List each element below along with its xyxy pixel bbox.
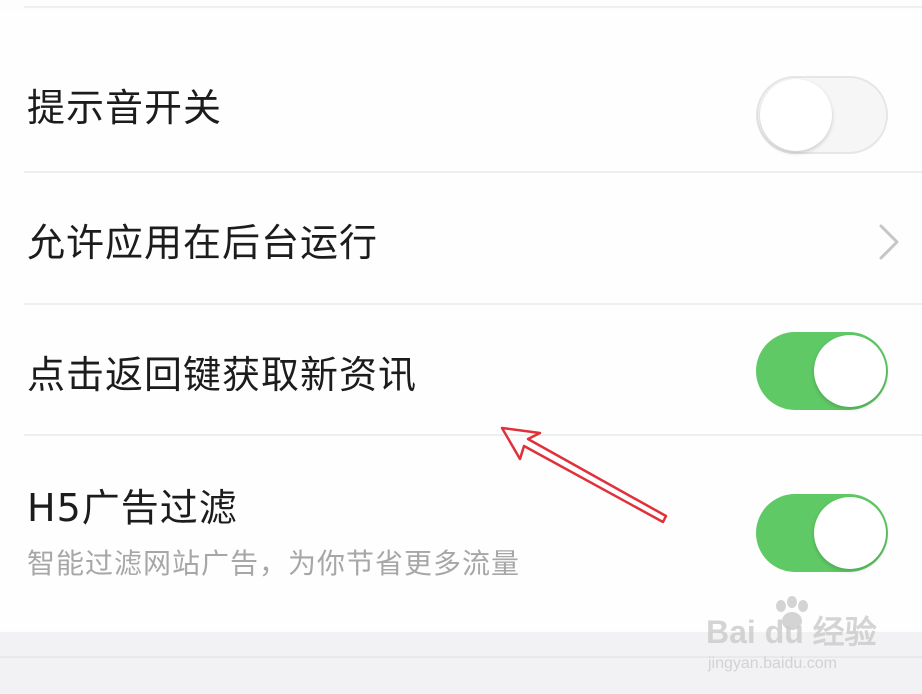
divider	[24, 6, 922, 8]
setting-row-back-refresh[interactable]: 点击返回键获取新资讯	[0, 305, 922, 435]
chevron-right-icon	[879, 224, 899, 260]
setting-label-ad-filter: H5广告过滤	[27, 486, 238, 530]
sound-toggle[interactable]	[756, 76, 888, 154]
setting-row-sound[interactable]: 提示音开关	[0, 10, 922, 172]
toggle-knob	[760, 79, 832, 151]
setting-label-sound: 提示音开关	[27, 86, 223, 130]
toggle-knob	[814, 497, 886, 569]
setting-label-background-run: 允许应用在后台运行	[27, 221, 379, 265]
ad-filter-toggle[interactable]	[756, 494, 888, 572]
settings-page: 提示音开关 允许应用在后台运行 点击返回键获取新资讯 H5广告过滤 智能过滤网站…	[0, 0, 922, 694]
setting-row-background-run[interactable]: 允许应用在后台运行	[0, 173, 922, 303]
watermark-logo-text: Bai du 经验	[706, 614, 877, 650]
setting-description-ad-filter: 智能过滤网站广告，为你节省更多流量	[27, 547, 521, 580]
watermark: Bai du 经验 jingyan.baidu.com	[706, 596, 906, 686]
toggle-knob	[814, 335, 886, 407]
back-refresh-toggle[interactable]	[756, 332, 888, 410]
setting-label-back-refresh: 点击返回键获取新资讯	[27, 353, 418, 397]
watermark-url: jingyan.baidu.com	[708, 655, 837, 672]
